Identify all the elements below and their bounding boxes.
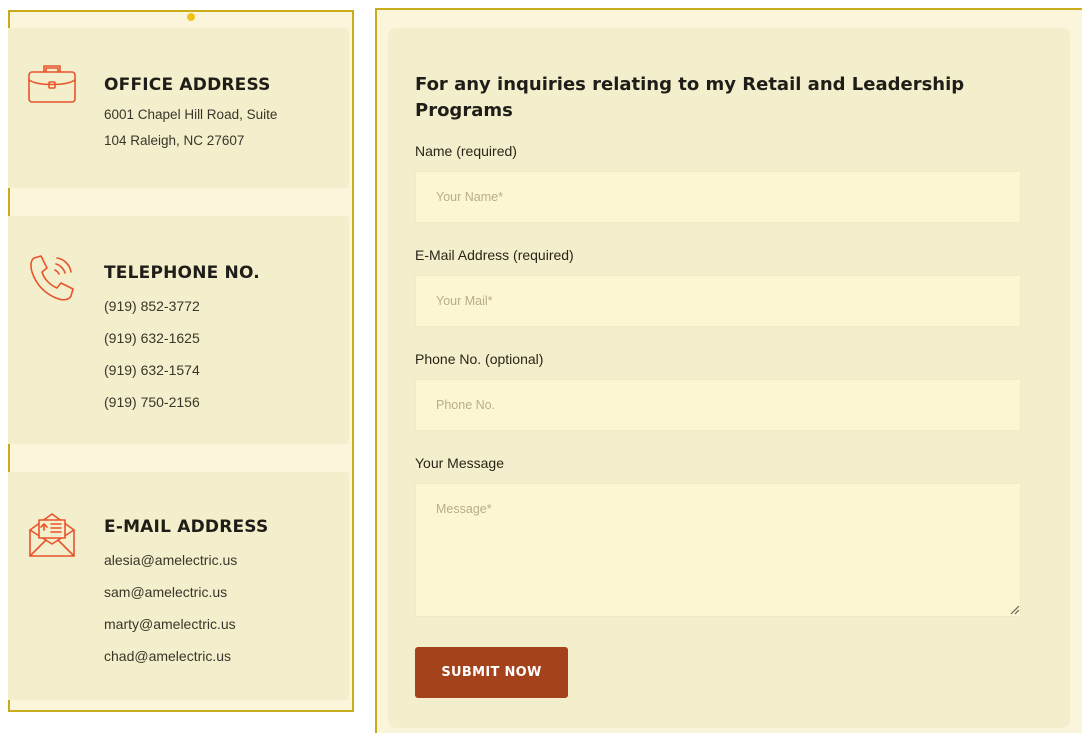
email-label: E-Mail Address (required) (415, 247, 574, 263)
email-address-card: E-MAIL ADDRESS alesia@amelectric.us sam@… (8, 472, 349, 700)
resize-grip-icon[interactable] (1008, 603, 1020, 615)
telephone-number[interactable]: (919) 750-2156 (104, 386, 339, 418)
briefcase-icon (24, 56, 80, 112)
selection-handle-dot (187, 13, 195, 21)
email-input[interactable] (415, 275, 1021, 327)
email-link[interactable]: alesia@amelectric.us (104, 544, 339, 576)
form-heading: For any inquiries relating to my Retail … (415, 74, 965, 121)
telephone-number[interactable]: (919) 852-3772 (104, 290, 339, 322)
name-input[interactable] (415, 171, 1021, 223)
phone-input[interactable] (415, 379, 1021, 431)
email-link[interactable]: marty@amelectric.us (104, 608, 339, 640)
message-textarea[interactable] (415, 483, 1021, 617)
telephone-number[interactable]: (919) 632-1574 (104, 354, 339, 386)
inquiry-form (388, 28, 1070, 728)
email-address-title: E-MAIL ADDRESS (104, 517, 269, 537)
email-link[interactable]: chad@amelectric.us (104, 640, 339, 672)
name-label: Name (required) (415, 143, 517, 159)
phone-icon (24, 250, 80, 306)
telephone-title: TELEPHONE NO. (104, 263, 260, 283)
office-address-line: 6001 Chapel Hill Road, Suite (104, 107, 278, 122)
submit-button[interactable]: SUBMIT NOW (415, 647, 568, 698)
email-link[interactable]: sam@amelectric.us (104, 576, 339, 608)
contact-info-panel: OFFICE ADDRESS 6001 Chapel Hill Road, Su… (8, 10, 354, 712)
office-address-card: OFFICE ADDRESS 6001 Chapel Hill Road, Su… (8, 28, 349, 188)
office-address-title: OFFICE ADDRESS (104, 75, 271, 95)
envelope-icon (24, 506, 80, 562)
message-label: Your Message (415, 455, 504, 471)
phone-label: Phone No. (optional) (415, 351, 544, 367)
telephone-number[interactable]: (919) 632-1625 (104, 322, 339, 354)
telephone-card: TELEPHONE NO. (919) 852-3772 (919) 632-1… (8, 216, 349, 444)
office-address-line: 104 Raleigh, NC 27607 (104, 133, 245, 148)
